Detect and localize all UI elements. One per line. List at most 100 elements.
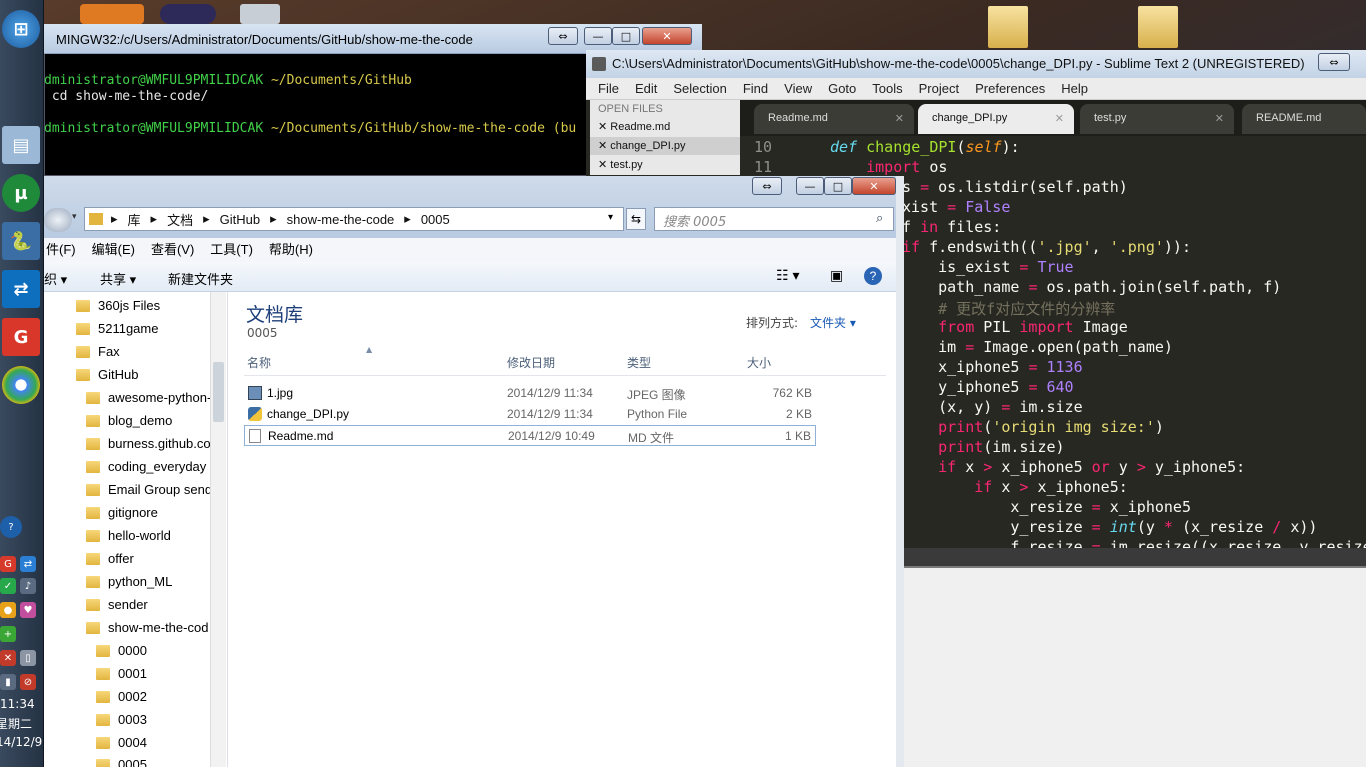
close-button[interactable]: ✕ xyxy=(642,27,692,45)
tray-icon[interactable]: G xyxy=(0,556,16,572)
new-folder-button[interactable]: 新建文件夹 xyxy=(168,269,233,288)
nav-folder[interactable]: python_ML xyxy=(86,574,172,589)
app-taskbar-icon[interactable]: G xyxy=(2,318,40,356)
minimize-button[interactable]: — xyxy=(796,177,824,195)
restore-icon[interactable]: ⇔ xyxy=(1318,53,1350,71)
close-icon[interactable]: ✕ xyxy=(1055,112,1064,125)
tab-readme[interactable]: Readme.md ✕ xyxy=(754,104,914,134)
signal-tray-icon[interactable]: ▮ xyxy=(0,674,16,690)
start-button-icon[interactable]: ⊞ xyxy=(2,10,40,48)
desktop-icon[interactable] xyxy=(80,4,144,24)
menu-view[interactable]: 查看(V) xyxy=(151,238,194,262)
close-icon[interactable]: ✕ xyxy=(1215,112,1224,125)
menu-view[interactable]: View xyxy=(784,78,812,99)
nav-folder[interactable]: 0000 xyxy=(96,643,147,658)
bell-tray-icon[interactable]: ♪ xyxy=(20,578,36,594)
menu-edit[interactable]: 编辑(E) xyxy=(92,238,135,262)
refresh-icon[interactable]: ⇆ xyxy=(626,208,646,230)
maximize-button[interactable]: □ xyxy=(824,177,852,195)
restore-icon[interactable]: ⇔ xyxy=(752,177,782,195)
tab-change-dpi[interactable]: change_DPI.py ✕ xyxy=(918,104,1074,134)
search-icon[interactable]: ⌕ xyxy=(876,211,883,226)
nav-folder[interactable]: 0005 xyxy=(96,757,147,767)
tray-icon[interactable]: ♥ xyxy=(20,602,36,618)
python-taskbar-icon[interactable]: 🐍 xyxy=(2,222,40,260)
open-file-item[interactable]: ✕ Readme.md xyxy=(598,120,670,133)
nav-folder[interactable]: sender xyxy=(86,597,148,612)
open-file-item[interactable]: ✕ change_DPI.py xyxy=(590,137,740,155)
clock-time[interactable]: 11:34 xyxy=(0,697,44,711)
nav-folder[interactable]: 0003 xyxy=(96,712,147,727)
desktop-folder-icon[interactable] xyxy=(988,6,1028,48)
menu-find[interactable]: Find xyxy=(743,78,768,99)
breadcrumb-item[interactable]: show-me-the-code xyxy=(287,212,395,227)
menu-file[interactable]: File xyxy=(598,78,619,99)
menu-tools[interactable]: Tools xyxy=(872,78,902,99)
nav-folder[interactable]: Fax xyxy=(76,344,120,359)
arrange-dropdown[interactable]: 文件夹 ▾ xyxy=(810,314,856,331)
help-tray-icon[interactable]: ? xyxy=(0,516,22,538)
scroll-thumb[interactable] xyxy=(213,362,224,422)
nav-folder[interactable]: coding_everyday xyxy=(86,459,206,474)
organize-button[interactable]: 织 ▾ xyxy=(44,269,67,288)
nav-folder[interactable]: 0002 xyxy=(96,689,147,704)
menu-help[interactable]: 帮助(H) xyxy=(269,238,313,262)
tab-test[interactable]: test.py ✕ xyxy=(1080,104,1234,134)
search-input[interactable]: 搜索 0005 xyxy=(654,207,894,231)
nav-folder[interactable]: 0001 xyxy=(96,666,147,681)
shield-tray-icon[interactable]: ✓ xyxy=(0,578,16,594)
restore-icon[interactable]: ⇔ xyxy=(548,27,578,45)
menu-preferences[interactable]: Preferences xyxy=(975,78,1045,99)
close-button[interactable]: ✕ xyxy=(852,177,896,195)
file-row-selected[interactable]: Readme.md 2014/12/9 10:49 MD 文件 1 KB xyxy=(244,425,816,446)
nav-folder[interactable]: offer xyxy=(86,551,134,566)
minimize-button[interactable]: — xyxy=(584,27,612,45)
menu-edit[interactable]: Edit xyxy=(635,78,657,99)
share-button[interactable]: 共享 ▾ xyxy=(100,269,136,288)
file-row[interactable]: 1.jpg 2014/12/9 11:34 JPEG 图像 762 KB xyxy=(244,383,816,403)
open-file-item[interactable]: ✕ test.py xyxy=(598,158,643,171)
breadcrumb-item[interactable]: 文档 xyxy=(167,210,193,229)
menu-help[interactable]: Help xyxy=(1061,78,1088,99)
clipboard-tray-icon[interactable]: ▯ xyxy=(20,650,36,666)
column-header-type[interactable]: 类型 xyxy=(627,354,651,371)
breadcrumb-item[interactable]: GitHub xyxy=(220,212,260,227)
maximize-button[interactable]: □ xyxy=(612,27,640,45)
desktop-icon[interactable] xyxy=(160,4,216,24)
chrome-tray-icon[interactable]: ● xyxy=(0,602,16,618)
file-row[interactable]: change_DPI.py 2014/12/9 11:34 Python Fil… xyxy=(244,404,816,424)
address-bar[interactable]: ▸ 库 ▸ 文档 ▸ GitHub ▸ show-me-the-code ▸ 0… xyxy=(84,207,624,231)
close-icon[interactable]: ✕ xyxy=(895,112,904,125)
nav-folder[interactable]: 0004 xyxy=(96,735,147,750)
nav-folder[interactable]: 5211game xyxy=(76,321,158,336)
sublime-scrollbar[interactable] xyxy=(904,548,1366,566)
nav-folder[interactable]: GitHub xyxy=(76,367,138,382)
nav-folder[interactable]: gitignore xyxy=(86,505,158,520)
chrome-taskbar-icon[interactable] xyxy=(2,366,40,404)
view-options-icon[interactable]: ☷ ▾ xyxy=(776,267,799,284)
help-icon[interactable]: ? xyxy=(864,267,882,285)
tray-icon[interactable]: ⇄ xyxy=(20,556,36,572)
menu-selection[interactable]: Selection xyxy=(673,78,726,99)
address-dropdown-icon[interactable]: ▾ xyxy=(608,212,613,223)
preview-pane-icon[interactable]: ▣ xyxy=(830,267,843,284)
explorer-taskbar-icon[interactable]: ▤ xyxy=(2,126,40,164)
menu-goto[interactable]: Goto xyxy=(828,78,856,99)
recent-pages-icon[interactable]: ▾ xyxy=(72,212,77,222)
breadcrumb-item[interactable]: 0005 xyxy=(421,212,450,227)
tab-readme-upper[interactable]: README.md xyxy=(1242,104,1366,134)
column-header-name[interactable]: 名称 xyxy=(247,354,271,371)
back-forward-icon[interactable] xyxy=(44,208,72,232)
network-tray-icon[interactable]: ✕ xyxy=(0,650,16,666)
nav-folder[interactable]: 360js Files xyxy=(76,298,160,313)
nav-folder[interactable]: burness.github.co xyxy=(86,436,211,451)
nav-folder[interactable]: blog_demo xyxy=(86,413,172,428)
column-header-size[interactable]: 大小 xyxy=(747,354,771,371)
recycle-bin-icon[interactable] xyxy=(240,4,280,24)
desktop-folder-icon[interactable] xyxy=(1138,6,1178,48)
breadcrumb-item[interactable]: 库 xyxy=(128,210,141,229)
nav-folder[interactable]: hello-world xyxy=(86,528,171,543)
menu-file[interactable]: 件(F) xyxy=(46,238,76,262)
mute-tray-icon[interactable]: ⊘ xyxy=(20,674,36,690)
add-tray-icon[interactable]: + xyxy=(0,626,16,642)
